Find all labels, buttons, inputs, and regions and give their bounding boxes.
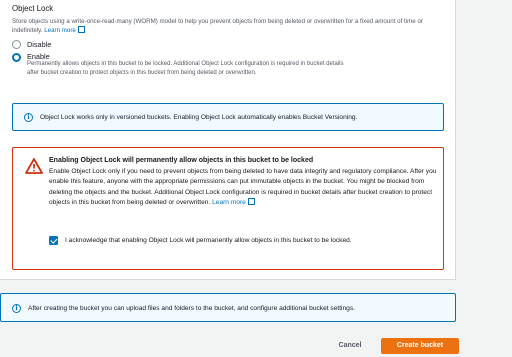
object-lock-description: Store objects using a write-once-read-ma…	[12, 17, 442, 36]
after-create-info-text: After creating the bucket you can upload…	[28, 305, 355, 312]
external-link-icon	[77, 26, 85, 34]
info-icon: i	[24, 113, 33, 122]
object-lock-panel: Object Lock Store objects using a write-…	[0, 0, 456, 280]
cancel-button[interactable]: Cancel	[322, 338, 378, 354]
info-icon: i	[12, 304, 21, 313]
versioning-info-alert: i Object Lock works only in versioned bu…	[12, 103, 444, 131]
disable-radio[interactable]	[12, 40, 21, 49]
object-lock-title: Object Lock	[12, 4, 54, 13]
enable-radio-description: Permanently allows objects in this bucke…	[27, 61, 344, 76]
warning-title: Enabling Object Lock will permanently al…	[49, 157, 314, 164]
acknowledge-checkbox[interactable]	[49, 236, 58, 245]
versioning-info-text: Object Lock works only in versioned buck…	[40, 114, 358, 121]
acknowledge-label[interactable]: I acknowledge that enabling Object Lock …	[65, 235, 365, 246]
create-bucket-button[interactable]: Create bucket	[381, 338, 459, 354]
warning-body: Enable Object Lock only if you need to p…	[49, 167, 439, 208]
object-lock-learn-more-link[interactable]: Learn more	[44, 26, 85, 34]
object-lock-warning-alert: Enabling Object Lock will permanently al…	[12, 147, 444, 270]
disable-radio-label[interactable]: Disable	[27, 40, 51, 49]
enable-radio[interactable]	[12, 53, 21, 62]
warning-learn-more-link[interactable]: Learn more	[212, 197, 255, 206]
warning-icon	[25, 158, 43, 174]
after-create-info-alert: i After creating the bucket you can uplo…	[0, 293, 456, 322]
external-link-icon	[247, 197, 255, 205]
